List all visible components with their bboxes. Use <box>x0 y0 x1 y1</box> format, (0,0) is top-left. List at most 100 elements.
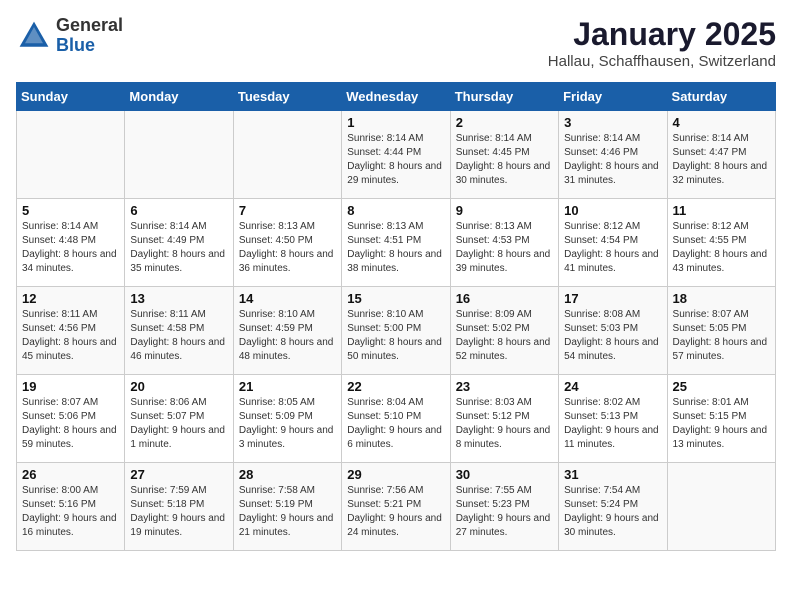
table-row: 26 Sunrise: 8:00 AM Sunset: 5:16 PM Dayli… <box>17 463 125 551</box>
day-number: 22 <box>347 379 444 394</box>
table-row: 14Sunrise: 8:10 AM Sunset: 4:59 PM Dayli… <box>233 287 341 375</box>
table-row: 9 Sunrise: 8:13 AM Sunset: 4:53 PM Daylig… <box>450 199 558 287</box>
day-number: 31 <box>564 467 661 482</box>
table-row: 16Sunrise: 8:09 AM Sunset: 5:02 PM Dayli… <box>450 287 558 375</box>
table-row: 23 Sunrise: 8:03 AM Sunset: 5:12 PM Dayli… <box>450 375 558 463</box>
day-info: Sunrise: 8:11 AM Sunset: 4:58 PM Dayligh… <box>130 308 227 364</box>
day-info: Sunrise: 8:13 AM Sunset: 4:51 PM Dayligh… <box>347 220 444 276</box>
day-info: Sunrise: 8:12 AM Sunset: 4:54 PM Dayligh… <box>564 220 661 276</box>
table-row: 19Sunrise: 8:07 AM Sunset: 5:06 PM Dayli… <box>17 375 125 463</box>
logo: General Blue <box>16 16 123 56</box>
col-saturday: Saturday <box>667 83 775 111</box>
table-row: 30 Sunrise: 7:55 AM Sunset: 5:23 PM Dayli… <box>450 463 558 551</box>
table-row: 13 Sunrise: 8:11 AM Sunset: 4:58 PM Dayli… <box>125 287 233 375</box>
logo-blue-text: Blue <box>56 36 123 56</box>
day-info: Sunrise: 8:13 AM Sunset: 4:53 PM Dayligh… <box>456 220 553 276</box>
day-info: Sunrise: 8:02 AM Sunset: 5:13 PM Dayligh… <box>564 396 661 452</box>
day-info: Sunrise: 8:14 AM Sunset: 4:47 PM Dayligh… <box>673 132 770 188</box>
calendar-table: Sunday Monday Tuesday Wednesday Thursday… <box>16 82 776 551</box>
day-info: Sunrise: 8:14 AM Sunset: 4:46 PM Dayligh… <box>564 132 661 188</box>
col-sunday: Sunday <box>17 83 125 111</box>
table-row <box>233 111 341 199</box>
day-number: 25 <box>673 379 770 394</box>
day-number: 18 <box>673 291 770 306</box>
table-row: 27Sunrise: 7:59 AM Sunset: 5:18 PM Dayli… <box>125 463 233 551</box>
table-row: 6 Sunrise: 8:14 AM Sunset: 4:49 PM Daylig… <box>125 199 233 287</box>
day-number: 10 <box>564 203 661 218</box>
calendar-week-row: 26 Sunrise: 8:00 AM Sunset: 5:16 PM Dayli… <box>17 463 776 551</box>
table-row: 2 Sunrise: 8:14 AM Sunset: 4:45 PM Daylig… <box>450 111 558 199</box>
table-row: 7 Sunrise: 8:13 AM Sunset: 4:50 PM Daylig… <box>233 199 341 287</box>
day-number: 2 <box>456 115 553 130</box>
table-row <box>17 111 125 199</box>
day-number: 23 <box>456 379 553 394</box>
day-info: Sunrise: 8:14 AM Sunset: 4:48 PM Dayligh… <box>22 220 119 276</box>
calendar-header: Sunday Monday Tuesday Wednesday Thursday… <box>17 83 776 111</box>
day-number: 8 <box>347 203 444 218</box>
table-row: 5 Sunrise: 8:14 AM Sunset: 4:48 PM Daylig… <box>17 199 125 287</box>
day-info: Sunrise: 8:14 AM Sunset: 4:44 PM Dayligh… <box>347 132 444 188</box>
day-info: Sunrise: 8:10 AM Sunset: 4:59 PM Dayligh… <box>239 308 336 364</box>
header-row: Sunday Monday Tuesday Wednesday Thursday… <box>17 83 776 111</box>
day-number: 26 <box>22 467 119 482</box>
day-number: 17 <box>564 291 661 306</box>
day-number: 21 <box>239 379 336 394</box>
table-row: 11 Sunrise: 8:12 AM Sunset: 4:55 PM Dayli… <box>667 199 775 287</box>
day-info: Sunrise: 8:03 AM Sunset: 5:12 PM Dayligh… <box>456 396 553 452</box>
day-number: 9 <box>456 203 553 218</box>
day-info: Sunrise: 8:06 AM Sunset: 5:07 PM Dayligh… <box>130 396 227 452</box>
day-number: 4 <box>673 115 770 130</box>
table-row: 24 Sunrise: 8:02 AM Sunset: 5:13 PM Dayli… <box>559 375 667 463</box>
table-row: 3Sunrise: 8:14 AM Sunset: 4:46 PM Daylig… <box>559 111 667 199</box>
table-row: 18 Sunrise: 8:07 AM Sunset: 5:05 PM Dayli… <box>667 287 775 375</box>
day-number: 6 <box>130 203 227 218</box>
day-info: Sunrise: 7:54 AM Sunset: 5:24 PM Dayligh… <box>564 484 661 540</box>
calendar-week-row: 5 Sunrise: 8:14 AM Sunset: 4:48 PM Daylig… <box>17 199 776 287</box>
day-number: 15 <box>347 291 444 306</box>
table-row: 25Sunrise: 8:01 AM Sunset: 5:15 PM Dayli… <box>667 375 775 463</box>
table-row: 4 Sunrise: 8:14 AM Sunset: 4:47 PM Daylig… <box>667 111 775 199</box>
table-row: 12 Sunrise: 8:11 AM Sunset: 4:56 PM Dayli… <box>17 287 125 375</box>
day-number: 29 <box>347 467 444 482</box>
day-info: Sunrise: 8:07 AM Sunset: 5:05 PM Dayligh… <box>673 308 770 364</box>
calendar-subtitle: Hallau, Schaffhausen, Switzerland <box>548 53 776 70</box>
day-info: Sunrise: 7:55 AM Sunset: 5:23 PM Dayligh… <box>456 484 553 540</box>
day-number: 13 <box>130 291 227 306</box>
day-info: Sunrise: 8:11 AM Sunset: 4:56 PM Dayligh… <box>22 308 119 364</box>
table-row: 31 Sunrise: 7:54 AM Sunset: 5:24 PM Dayli… <box>559 463 667 551</box>
table-row: 15Sunrise: 8:10 AM Sunset: 5:00 PM Dayli… <box>342 287 450 375</box>
day-info: Sunrise: 8:00 AM Sunset: 5:16 PM Dayligh… <box>22 484 119 540</box>
day-info: Sunrise: 8:12 AM Sunset: 4:55 PM Dayligh… <box>673 220 770 276</box>
day-number: 19 <box>22 379 119 394</box>
day-number: 5 <box>22 203 119 218</box>
col-tuesday: Tuesday <box>233 83 341 111</box>
day-info: Sunrise: 8:05 AM Sunset: 5:09 PM Dayligh… <box>239 396 336 452</box>
calendar-body: 1 Sunrise: 8:14 AM Sunset: 4:44 PM Daylig… <box>17 111 776 551</box>
table-row: 28 Sunrise: 7:58 AM Sunset: 5:19 PM Dayli… <box>233 463 341 551</box>
day-number: 30 <box>456 467 553 482</box>
col-wednesday: Wednesday <box>342 83 450 111</box>
table-row: 1 Sunrise: 8:14 AM Sunset: 4:44 PM Daylig… <box>342 111 450 199</box>
calendar-week-row: 1 Sunrise: 8:14 AM Sunset: 4:44 PM Daylig… <box>17 111 776 199</box>
day-info: Sunrise: 7:58 AM Sunset: 5:19 PM Dayligh… <box>239 484 336 540</box>
day-number: 20 <box>130 379 227 394</box>
day-number: 28 <box>239 467 336 482</box>
day-info: Sunrise: 8:09 AM Sunset: 5:02 PM Dayligh… <box>456 308 553 364</box>
col-friday: Friday <box>559 83 667 111</box>
table-row: 20 Sunrise: 8:06 AM Sunset: 5:07 PM Dayli… <box>125 375 233 463</box>
col-thursday: Thursday <box>450 83 558 111</box>
table-row <box>667 463 775 551</box>
table-row <box>125 111 233 199</box>
day-number: 11 <box>673 203 770 218</box>
day-number: 24 <box>564 379 661 394</box>
day-number: 7 <box>239 203 336 218</box>
day-number: 27 <box>130 467 227 482</box>
day-number: 1 <box>347 115 444 130</box>
calendar-week-row: 12 Sunrise: 8:11 AM Sunset: 4:56 PM Dayli… <box>17 287 776 375</box>
day-info: Sunrise: 8:14 AM Sunset: 4:49 PM Dayligh… <box>130 220 227 276</box>
col-monday: Monday <box>125 83 233 111</box>
day-info: Sunrise: 8:14 AM Sunset: 4:45 PM Dayligh… <box>456 132 553 188</box>
day-number: 12 <box>22 291 119 306</box>
day-info: Sunrise: 8:13 AM Sunset: 4:50 PM Dayligh… <box>239 220 336 276</box>
day-info: Sunrise: 7:56 AM Sunset: 5:21 PM Dayligh… <box>347 484 444 540</box>
